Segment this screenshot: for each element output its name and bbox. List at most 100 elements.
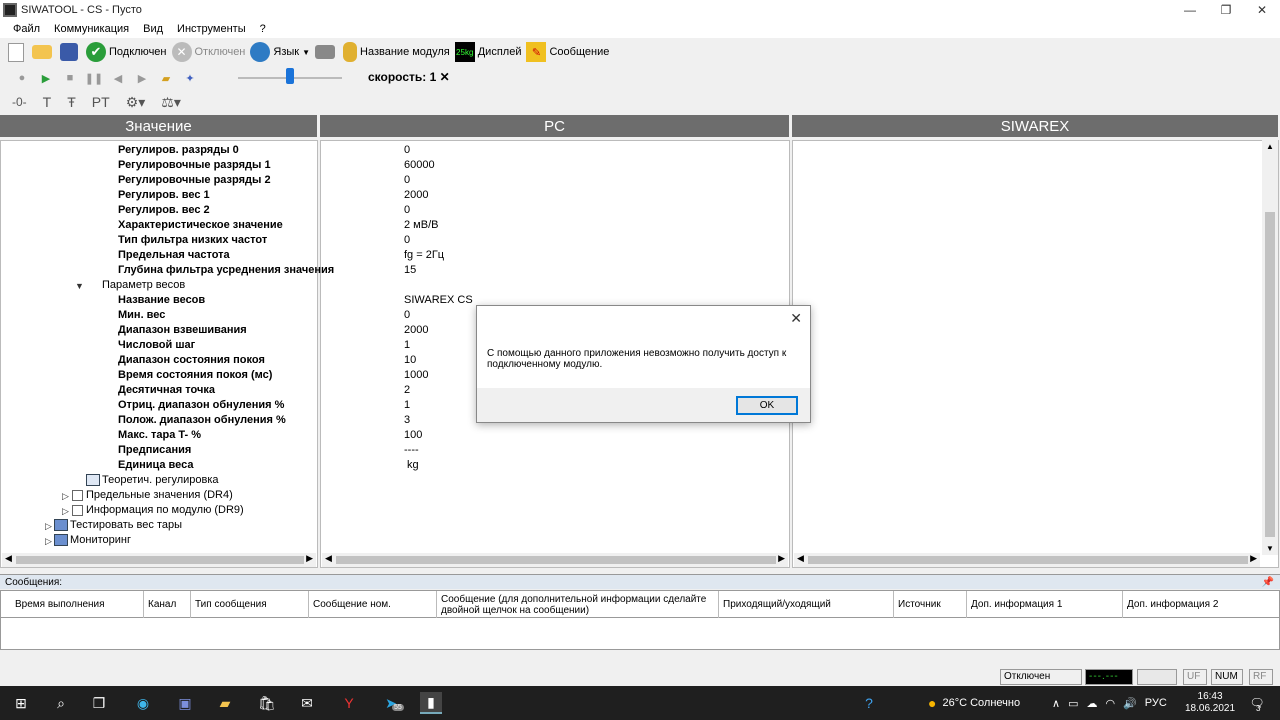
open-button[interactable] <box>32 40 55 64</box>
param-value[interactable]: 2 <box>404 383 410 398</box>
record-icon[interactable]: ● <box>10 72 34 84</box>
store-icon[interactable]: 🛍 <box>256 692 278 714</box>
yandex-icon[interactable]: Y <box>338 692 360 714</box>
expand-arrow-icon[interactable]: ▷ <box>62 491 69 502</box>
param-value[interactable]: fg = 2Гц <box>404 248 444 263</box>
param-value[interactable]: kg <box>407 458 419 473</box>
step-forward-icon[interactable]: ▶ <box>130 72 154 85</box>
param-value[interactable]: 3 <box>404 413 410 428</box>
weather-text[interactable]: 26°C Солнечно <box>942 697 1020 709</box>
col-extra-info-2[interactable]: Доп. информация 2 <box>1123 591 1279 618</box>
param-value[interactable]: 60000 <box>404 158 435 173</box>
delete-tare-button[interactable]: Ŧ <box>67 94 76 110</box>
param-value[interactable]: ---- <box>404 443 419 458</box>
tree-checkbox[interactable] <box>72 490 83 501</box>
edge-icon[interactable]: ◉ <box>132 692 154 714</box>
param-value[interactable]: 1000 <box>404 368 428 383</box>
clock[interactable]: 16:43 18.06.2021 <box>1185 686 1235 720</box>
speed-slider[interactable] <box>238 68 342 84</box>
expand-arrow-icon[interactable]: ▼ <box>75 281 84 291</box>
pause-icon[interactable]: ❚❚ <box>82 72 106 85</box>
expand-arrow-icon[interactable]: ▷ <box>45 521 52 532</box>
file-explorer-icon[interactable]: ▰ <box>214 692 236 714</box>
save-button[interactable] <box>60 40 81 64</box>
param-value[interactable]: SIWAREX CS <box>404 293 473 308</box>
close-button[interactable]: ✕ <box>1244 0 1280 20</box>
param-value[interactable]: 2000 <box>404 188 428 203</box>
param-value[interactable]: 1 <box>404 338 410 353</box>
col-message[interactable]: Сообщение (для дополнительной информации… <box>437 591 719 618</box>
wifi-icon[interactable]: ◠ <box>1105 697 1115 710</box>
folder-icon[interactable]: ▰ <box>154 72 178 85</box>
pin-icon[interactable]: 📌 <box>1262 575 1274 590</box>
param-value[interactable]: 1 <box>404 398 410 413</box>
tree-item-tare-test[interactable]: Тестировать вес тары <box>70 518 182 533</box>
play-icon[interactable]: ▶ <box>34 72 58 85</box>
menu-communication[interactable]: Коммуникация <box>54 23 129 35</box>
param-value[interactable]: 2 мВ/В <box>404 218 438 233</box>
param-value[interactable]: 100 <box>404 428 422 443</box>
param-value[interactable]: 2000 <box>404 323 428 338</box>
stop-icon[interactable]: ■ <box>58 72 82 84</box>
pc-hscrollbar[interactable]: ◀ ▶ <box>322 553 788 567</box>
cloud-icon[interactable]: ☁ <box>1086 697 1097 710</box>
param-value[interactable]: 0 <box>404 143 410 158</box>
menu-tools[interactable]: Инструменты <box>177 23 246 35</box>
tools-icon[interactable]: ✦ <box>178 72 202 85</box>
speed-close-icon[interactable]: ✕ <box>440 70 450 84</box>
messages-table[interactable]: Время выполнения Канал Тип сообщения Соо… <box>0 590 1280 650</box>
display-button[interactable]: 25kg Дисплей <box>454 40 521 64</box>
tree-item-module-info[interactable]: Информация по модулю (DR9) <box>86 503 244 518</box>
col-extra-info-1[interactable]: Доп. информация 1 <box>967 591 1123 618</box>
siwarex-hscrollbar[interactable]: ◀ ▶ <box>794 553 1260 567</box>
expand-arrow-icon[interactable]: ▷ <box>62 506 69 517</box>
maximize-button[interactable]: ❐ <box>1208 0 1244 20</box>
print-button[interactable] <box>315 40 338 64</box>
menu-file[interactable]: Файл <box>13 23 40 35</box>
tree-hscrollbar[interactable]: ◀ ▶ <box>2 553 316 567</box>
slider-thumb[interactable] <box>286 68 294 84</box>
help-icon[interactable]: ? <box>858 692 880 714</box>
scale-icon[interactable]: ⚖▾ <box>161 94 181 111</box>
task-view-icon[interactable]: ❐ <box>88 692 110 714</box>
tree-item-monitoring[interactable]: Мониторинг <box>70 533 131 548</box>
param-value[interactable]: 0 <box>404 203 410 218</box>
tree-checkbox[interactable] <box>72 505 83 516</box>
tree-group-scale-params[interactable]: Параметр весов <box>102 278 185 293</box>
tree-item-theor-adjust[interactable]: Теоретич. регулировка <box>102 473 219 488</box>
col-incoming-outgoing[interactable]: Приходящий/уходящий <box>719 591 894 618</box>
param-value[interactable]: 0 <box>404 233 410 248</box>
param-value[interactable]: 0 <box>404 308 410 323</box>
minimize-button[interactable]: — <box>1172 0 1208 20</box>
menu-view[interactable]: Вид <box>143 23 163 35</box>
tare-button[interactable]: T <box>43 94 52 110</box>
step-back-icon[interactable]: ◀ <box>106 72 130 85</box>
mail-icon[interactable]: ✉ <box>296 692 318 714</box>
new-button[interactable] <box>8 40 27 64</box>
save-app-icon[interactable]: ▣ <box>174 692 196 714</box>
message-button[interactable]: ✎ Сообщение <box>526 40 609 64</box>
col-message-number[interactable]: Сообщение ном. <box>309 591 437 618</box>
disconnect-button[interactable]: ✕ Отключен <box>171 40 245 64</box>
zero-button[interactable]: -0- <box>12 95 27 109</box>
menu-help[interactable]: ? <box>260 23 266 35</box>
preset-tare-button[interactable]: PT <box>92 94 110 110</box>
siwatool-taskbar-icon[interactable]: ▮ <box>420 692 442 714</box>
dialog-close-icon[interactable]: ✕ <box>790 310 802 327</box>
module-name-button[interactable]: Название модуля <box>343 40 450 64</box>
windows-start-icon[interactable]: ⊞ <box>10 692 32 714</box>
param-value[interactable]: 0 <box>404 173 410 188</box>
language-dropdown[interactable]: Язык ▼ <box>250 40 310 64</box>
vertical-scrollbar[interactable]: ▲ ▼ <box>1262 140 1278 555</box>
col-channel[interactable]: Канал <box>144 591 191 618</box>
expand-arrow-icon[interactable]: ▷ <box>45 536 52 547</box>
col-message-type[interactable]: Тип сообщения <box>191 591 309 618</box>
ok-button[interactable]: OK <box>736 396 798 415</box>
col-exec-time[interactable]: Время выполнения <box>11 591 144 618</box>
tray-expand-icon[interactable]: ∧ <box>1052 697 1060 710</box>
language-indicator[interactable]: РУС <box>1145 697 1167 709</box>
search-icon[interactable]: ⌕ <box>50 692 72 714</box>
param-value[interactable]: 15 <box>404 263 416 278</box>
tray-app-icon[interactable]: ▭ <box>1068 697 1078 710</box>
adjust-icon[interactable]: ⚙▾ <box>126 94 146 111</box>
